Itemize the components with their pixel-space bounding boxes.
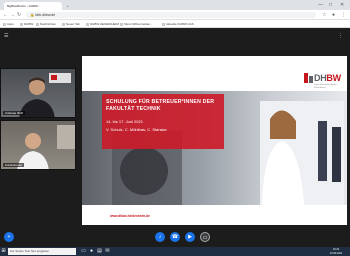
slide-url: www.dhbw-heidenheim.de xyxy=(110,214,150,218)
explorer-icon[interactable]: ▤ xyxy=(96,248,103,255)
back-icon[interactable]: ← xyxy=(3,12,8,18)
profile-icon[interactable]: ● xyxy=(332,12,335,18)
new-tab-button[interactable]: + xyxy=(64,2,72,10)
maximize-icon[interactable]: □ xyxy=(329,2,332,8)
participant-name: Kursbetreuer xyxy=(3,163,25,167)
mail-icon[interactable]: ✉ xyxy=(104,248,111,255)
url-text: bbb.dhbw.de xyxy=(35,13,56,17)
url-input[interactable]: 🔒 bbb.dhbw.de xyxy=(26,12,316,18)
chrome-icon[interactable]: ● xyxy=(88,248,95,255)
star-icon[interactable]: ☆ xyxy=(322,12,326,18)
windows-start-icon[interactable]: ⊞ xyxy=(0,248,7,255)
menu-icon[interactable]: ⋮ xyxy=(341,12,346,18)
taskbar-search-input[interactable]: Zur Suche Text hier eingeben xyxy=(8,248,76,255)
slide-title: SCHULUNG FÜR BETREUER*INNEN DER FAKULTÄT… xyxy=(106,99,215,112)
presentation-slide: DHBW Duale Hochschule Baden-Württemberg … xyxy=(82,56,347,225)
dhbw-logo: DHBW xyxy=(314,73,341,83)
user-list-icon[interactable]: ☰ xyxy=(4,33,8,39)
slide-title-box: SCHULUNG FÜR BETREUER*INNEN DER FAKULTÄT… xyxy=(102,94,224,149)
bookmark-item[interactable]: Aktuelle DHBW-CAS xyxy=(162,22,194,26)
phone-icon[interactable]: ☎ xyxy=(170,232,180,242)
bookmark-item[interactable]: Nachrichten xyxy=(36,22,56,26)
lock-icon: 🔒 xyxy=(30,13,35,17)
minimize-icon[interactable]: — xyxy=(318,2,323,8)
dhbw-logo-mark xyxy=(304,73,313,83)
participant-name: Andreas Wolf xyxy=(3,111,25,115)
options-icon[interactable]: ⋮ xyxy=(338,33,343,39)
dhbw-logo-subtitle: Duale Hochschule Baden-Württemberg xyxy=(314,84,338,89)
bookmark-item[interactable]: DHBW xyxy=(20,22,33,26)
add-icon[interactable]: + xyxy=(4,232,14,242)
webcam-video[interactable]: Kursbetreuer xyxy=(0,120,76,170)
bookmark-item[interactable]: https://dhbw-heiden... xyxy=(120,22,153,26)
clock-date: 10.06.2021 xyxy=(329,251,343,255)
reload-icon[interactable]: ↻ xyxy=(17,12,21,18)
taskbar-clock[interactable]: 10:22 10.06.2021 xyxy=(325,248,347,255)
browser-tab-bar: BigBlueButton - DHBW... + — □ ✕ xyxy=(0,0,350,10)
screen-share-icon[interactable]: ▭ xyxy=(200,232,210,242)
bookmark-item[interactable]: Neuer Tab xyxy=(62,22,80,26)
camera-icon[interactable]: ▶ xyxy=(185,232,195,242)
forward-icon[interactable]: → xyxy=(10,12,15,18)
slide-presenters: V. Schulz, C. Mühlbas, C. Stanske xyxy=(106,127,167,132)
microphone-icon[interactable]: ♪ xyxy=(155,232,165,242)
bookmarks-bar: Apps DHBW Nachrichten Neuer Tab DHBW HEI… xyxy=(0,20,350,28)
bookmark-item[interactable]: DHBW HEIDENHEIM xyxy=(86,22,119,26)
close-icon[interactable]: ✕ xyxy=(340,2,344,8)
webcam-video[interactable]: Andreas Wolf xyxy=(0,68,76,118)
task-view-icon[interactable]: ▭ xyxy=(80,248,87,255)
address-bar-row: ← → ↻ 🔒 bbb.dhbw.de ☆ ● ⋮ xyxy=(0,10,350,20)
bookmark-item[interactable]: Apps xyxy=(3,22,14,26)
browser-tab-active[interactable]: BigBlueButton - DHBW... xyxy=(4,2,62,10)
slide-date: 14. bis 17. Juni 2021 xyxy=(106,119,143,124)
